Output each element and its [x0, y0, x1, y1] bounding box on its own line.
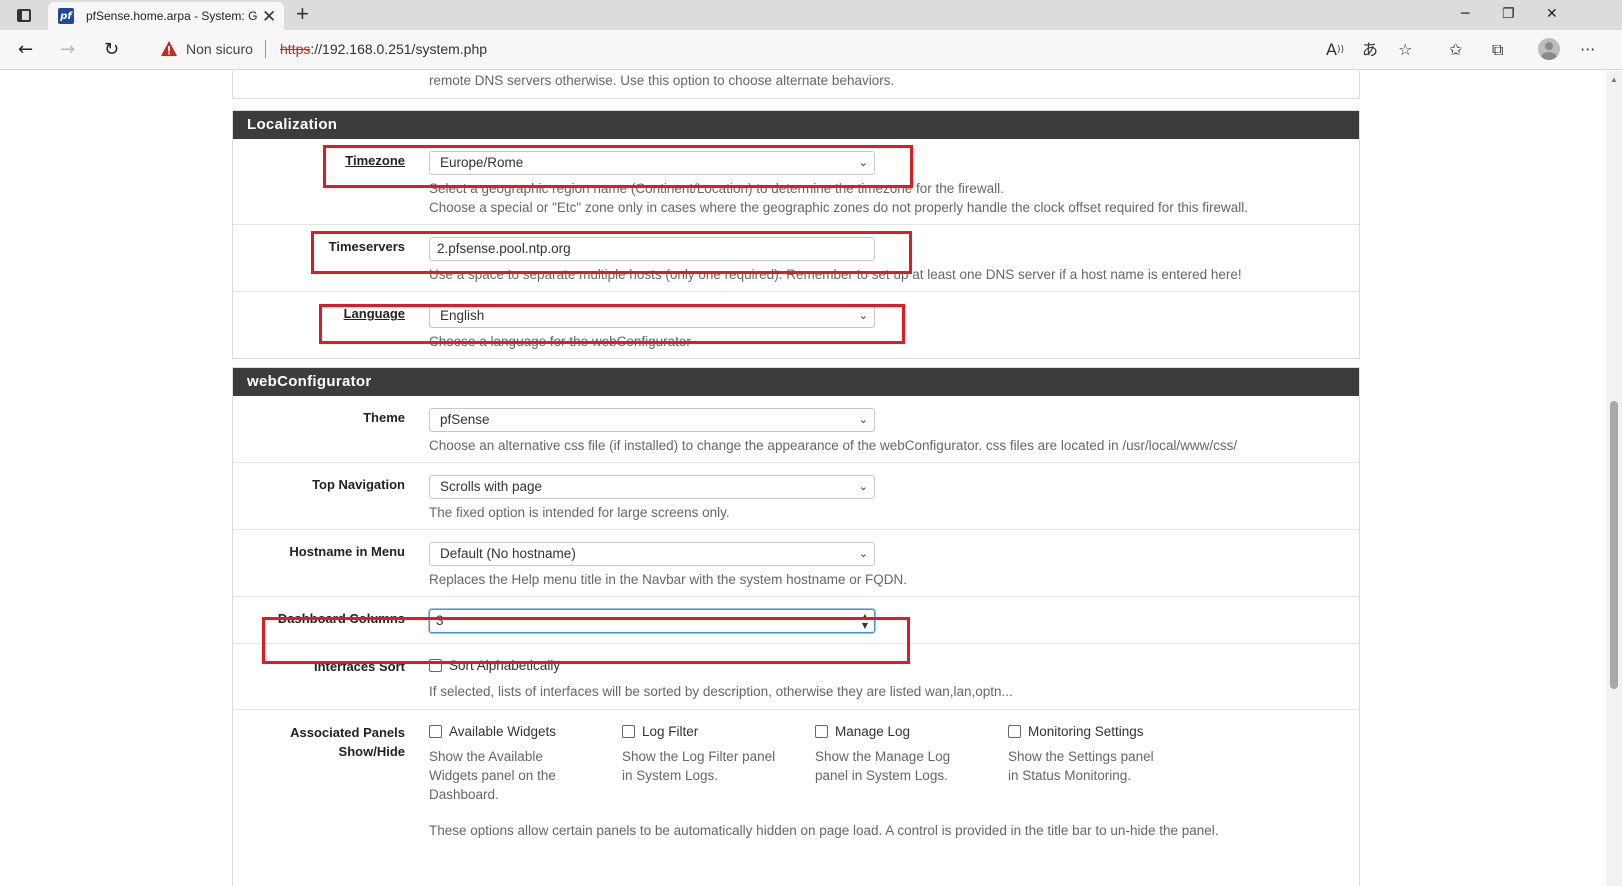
hostname-menu-select[interactable]: Default (No hostname) ⌄ — [429, 542, 875, 566]
refresh-icon[interactable]: ↻ — [104, 38, 119, 62]
manage-log-help-1: Show the Manage Log — [815, 749, 951, 764]
theme-label: Theme — [363, 410, 405, 425]
monitoring-settings-option[interactable]: Monitoring Settings Show the Settings pa… — [1008, 723, 1154, 785]
theme-row: Theme pfSense ⌄ Choose an alternative cs… — [233, 396, 1359, 463]
timezone-highlight — [323, 145, 913, 188]
chevron-down-icon: ⌄ — [858, 547, 868, 560]
timeservers-highlight — [311, 231, 912, 274]
scroll-thumb[interactable] — [1610, 401, 1618, 689]
available-widgets-help-2: Widgets panel on the — [429, 768, 556, 783]
language-highlight — [319, 304, 905, 344]
add-favorite-icon[interactable]: ☆ — [1398, 39, 1412, 61]
webconfigurator-heading: webConfigurator — [233, 368, 1359, 396]
page-content: remote DNS servers otherwise. Use this o… — [0, 71, 1606, 886]
tab-title: pfSense.home.arpa - System: General Setu… — [86, 9, 258, 23]
url-scheme: https — [280, 41, 311, 57]
available-widgets-option[interactable]: Available Widgets Show the Available Wid… — [429, 723, 556, 804]
available-widgets-help-1: Show the Available — [429, 749, 543, 764]
interfaces-sort-help: If selected, lists of interfaces will be… — [429, 684, 1013, 699]
chevron-down-icon: ⌄ — [858, 413, 868, 426]
log-filter-option[interactable]: Log Filter Show the Log Filter panel in … — [622, 723, 775, 785]
available-widgets-checkbox[interactable] — [429, 725, 442, 738]
top-navigation-value: Scrolls with page — [440, 479, 543, 494]
collections-icon[interactable]: ⧉ — [1492, 39, 1503, 61]
security-status[interactable]: Non sicuro — [186, 41, 253, 57]
top-navigation-select[interactable]: Scrolls with page ⌄ — [429, 475, 875, 499]
top-navigation-row: Top Navigation Scrolls with page ⌄ The f… — [233, 463, 1359, 530]
monitoring-settings-checkbox[interactable] — [1008, 725, 1021, 738]
browser-tab-active[interactable]: pf pfSense.home.arpa - System: General S… — [48, 2, 284, 30]
pfsense-favicon-icon: pf — [58, 8, 74, 24]
back-icon[interactable]: ← — [18, 38, 33, 62]
translate-icon[interactable]: あ — [1362, 39, 1378, 61]
theme-help: Choose an alternative css file (if insta… — [429, 438, 1238, 453]
associated-panels-label-1: Associated Panels — [290, 725, 405, 740]
new-tab-icon[interactable]: + — [296, 3, 309, 25]
minimize-icon[interactable]: ─ — [1461, 4, 1469, 24]
top-navigation-help: The fixed option is intended for large s… — [429, 505, 730, 520]
tab-actions-icon[interactable] — [14, 6, 34, 24]
monitoring-settings-label[interactable]: Monitoring Settings — [1028, 724, 1144, 739]
url-path: ://192.168.0.251/system.php — [310, 41, 488, 57]
manage-log-checkbox[interactable] — [815, 725, 828, 738]
address-bar[interactable]: https://192.168.0.251/system.php — [280, 41, 487, 57]
hostname-menu-label: Hostname in Menu — [289, 544, 405, 559]
log-filter-help-1: Show the Log Filter panel — [622, 749, 776, 764]
forward-icon[interactable]: → — [60, 38, 75, 62]
read-aloud-icon[interactable]: A)) — [1326, 39, 1344, 61]
browser-tab-bar: pf pfSense.home.arpa - System: General S… — [0, 0, 1622, 30]
manage-log-label[interactable]: Manage Log — [835, 724, 910, 739]
favorites-icon[interactable]: ✩ — [1449, 39, 1462, 61]
monitoring-settings-help-2: in Status Monitoring. — [1008, 768, 1132, 783]
hostname-menu-help: Replaces the Help menu title in the Navb… — [429, 572, 907, 587]
profile-avatar[interactable] — [1538, 38, 1560, 60]
associated-panels-label-2: Show/Hide — [338, 744, 405, 759]
address-separator — [265, 40, 266, 58]
chevron-down-icon: ⌄ — [858, 480, 868, 493]
page-scrollbar[interactable]: ▲ — [1606, 71, 1622, 886]
hostname-menu-value: Default (No hostname) — [440, 546, 576, 561]
more-menu-icon[interactable]: ··· — [1580, 39, 1595, 61]
close-tab-icon[interactable]: ✕ — [262, 8, 276, 25]
dns-panel-fragment: remote DNS servers otherwise. Use this o… — [232, 71, 1360, 99]
available-widgets-label[interactable]: Available Widgets — [449, 724, 556, 739]
dashboard-columns-highlight — [262, 617, 910, 664]
restore-icon[interactable]: ❐ — [1502, 4, 1515, 24]
manage-log-option[interactable]: Manage Log Show the Manage Log panel in … — [815, 723, 950, 785]
scroll-up-icon[interactable]: ▲ — [1610, 75, 1618, 84]
associated-panels-help: These options allow certain panels to be… — [429, 823, 1219, 838]
dns-help-fragment: remote DNS servers otherwise. Use this o… — [429, 73, 895, 88]
monitoring-settings-help-1: Show the Settings panel — [1008, 749, 1154, 764]
manage-log-help-2: panel in System Logs. — [815, 768, 948, 783]
timezone-help-2: Choose a special or "Etc" zone only in c… — [429, 200, 1249, 215]
localization-heading: Localization — [233, 111, 1359, 139]
log-filter-checkbox[interactable] — [622, 725, 635, 738]
log-filter-help-2: in System Logs. — [622, 768, 719, 783]
top-navigation-label: Top Navigation — [312, 477, 405, 492]
available-widgets-help-3: Dashboard. — [429, 787, 499, 802]
log-filter-label[interactable]: Log Filter — [642, 724, 698, 739]
hostname-menu-row: Hostname in Menu Default (No hostname) ⌄… — [233, 530, 1359, 597]
warning-icon[interactable] — [160, 40, 178, 57]
theme-value: pfSense — [440, 412, 490, 427]
theme-select[interactable]: pfSense ⌄ — [429, 408, 875, 432]
close-window-icon[interactable]: ✕ — [1546, 4, 1558, 24]
associated-panels-row: Associated Panels Show/Hide Available Wi… — [233, 710, 1359, 848]
browser-toolbar: ← → ↻ Non sicuro https://192.168.0.251/s… — [0, 30, 1622, 70]
